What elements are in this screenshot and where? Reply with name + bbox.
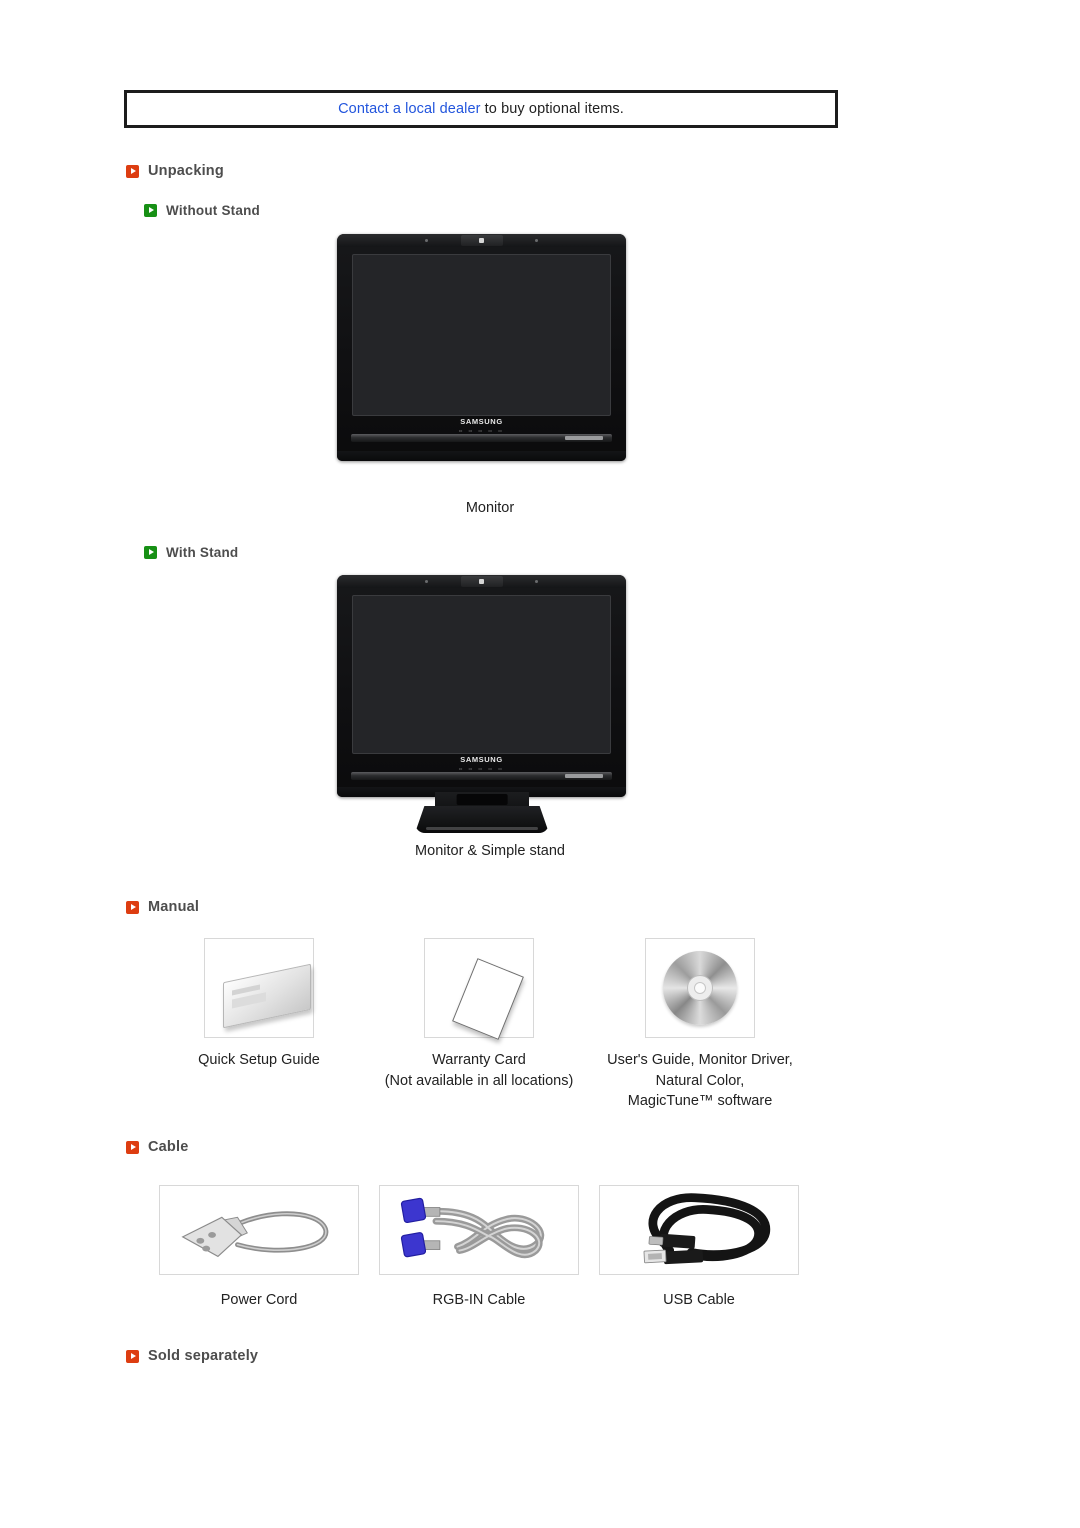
caption-line-2: Natural Color,: [655, 1072, 745, 1089]
caption-line-2: (Not available in all locations): [384, 1072, 574, 1089]
quick-setup-guide-image-frame: [204, 938, 314, 1038]
monitor-sensor-dot-right: [535, 239, 538, 242]
monitor-sensor-dot-left: [425, 580, 428, 583]
monitor-with-stand-image: SAMSUNG ▭ ▭ ▭ ▭ ▭: [337, 575, 626, 797]
caption-line-1: User's Guide, Monitor Driver,: [607, 1052, 793, 1068]
monitor-front-strip: [351, 434, 612, 442]
power-cord-image-frame: [159, 1185, 359, 1275]
subsection-title-with-stand: With Stand: [166, 545, 239, 560]
monitor-brand-label: SAMSUNG: [460, 755, 503, 764]
section-heading-manual: Manual: [126, 899, 199, 915]
arrow-bullet-icon: [126, 900, 139, 914]
booklet-icon: [223, 963, 311, 1029]
arrow-bullet-icon: [126, 1349, 139, 1363]
rgb-in-cable-icon: [400, 1197, 545, 1259]
section-title-sold-separately: Sold separately: [148, 1348, 259, 1364]
software-cd-image-frame: [645, 938, 755, 1038]
monitor-sensor-dot-left: [425, 239, 428, 242]
section-title-unpacking: Unpacking: [148, 163, 224, 179]
monitor-front-strip: [351, 772, 612, 780]
arrow-bullet-icon: [126, 1140, 139, 1154]
usb-cable-icon: [643, 1193, 771, 1265]
notice-text: Contact a local dealer to buy optional i…: [338, 101, 624, 117]
section-title-cable: Cable: [148, 1139, 189, 1155]
caption-rgb-in-cable: RGB-IN Cable: [432, 1292, 526, 1308]
monitor-webcam-icon: [460, 576, 503, 587]
caption-power-cord: Power Cord: [220, 1292, 298, 1308]
optional-items-notice: Contact a local dealer to buy optional i…: [124, 90, 838, 128]
arrow-bullet-icon: [126, 164, 139, 178]
arrow-bullet-icon: [144, 204, 157, 217]
monitor-screen: [352, 254, 611, 416]
monitor-brand-label: SAMSUNG: [460, 417, 503, 426]
monitor-control-keys: ▭ ▭ ▭ ▭ ▭: [458, 428, 505, 433]
cd-disc-icon: [663, 951, 737, 1025]
section-heading-sold-separately: Sold separately: [126, 1348, 258, 1364]
notice-rest-text: to buy optional items.: [480, 101, 624, 117]
monitor-webcam-icon: [460, 235, 503, 246]
caption-line-1: Quick Setup Guide: [198, 1052, 320, 1068]
subsection-heading-without-stand: Without Stand: [144, 203, 260, 218]
contact-dealer-link[interactable]: Contact a local dealer: [338, 101, 480, 117]
caption-quick-setup-guide: Quick Setup Guide: [179, 1050, 339, 1071]
monitor-without-stand-image: SAMSUNG ▭ ▭ ▭ ▭ ▭: [337, 234, 626, 461]
caption-monitor: Monitor: [465, 500, 515, 516]
monitor-screen: [352, 595, 611, 754]
caption-monitor-with-stand: Monitor & Simple stand: [415, 843, 565, 859]
rgb-in-cable-image-frame: [379, 1185, 579, 1275]
usb-cable-image-frame: [599, 1185, 799, 1275]
subsection-title-without-stand: Without Stand: [166, 203, 260, 218]
arrow-bullet-icon: [144, 546, 157, 559]
monitor-stand-base: [415, 806, 549, 833]
monitor-power-indicator: [565, 436, 603, 440]
monitor-power-indicator: [565, 774, 603, 778]
monitor-bottom-bezel: [337, 451, 626, 461]
caption-software-cd: User's Guide, Monitor Driver, Natural Co…: [588, 1050, 812, 1112]
section-title-manual: Manual: [148, 899, 200, 915]
manual-page: Contact a local dealer to buy optional i…: [0, 0, 1080, 1528]
caption-usb-cable: USB Cable: [663, 1292, 735, 1308]
caption-warranty-card: Warranty Card (Not available in all loca…: [369, 1050, 589, 1091]
monitor-control-keys: ▭ ▭ ▭ ▭ ▭: [458, 766, 505, 771]
warranty-card-image-frame: [424, 938, 534, 1040]
subsection-heading-with-stand: With Stand: [144, 545, 238, 560]
warranty-card-icon: [452, 958, 524, 1040]
caption-line-1: Warranty Card: [432, 1052, 526, 1068]
section-heading-cable: Cable: [126, 1139, 189, 1155]
monitor-sensor-dot-right: [535, 580, 538, 583]
power-cord-icon: [181, 1211, 329, 1258]
caption-line-3: MagicTune™ software: [627, 1093, 773, 1110]
section-heading-unpacking: Unpacking: [126, 163, 224, 179]
